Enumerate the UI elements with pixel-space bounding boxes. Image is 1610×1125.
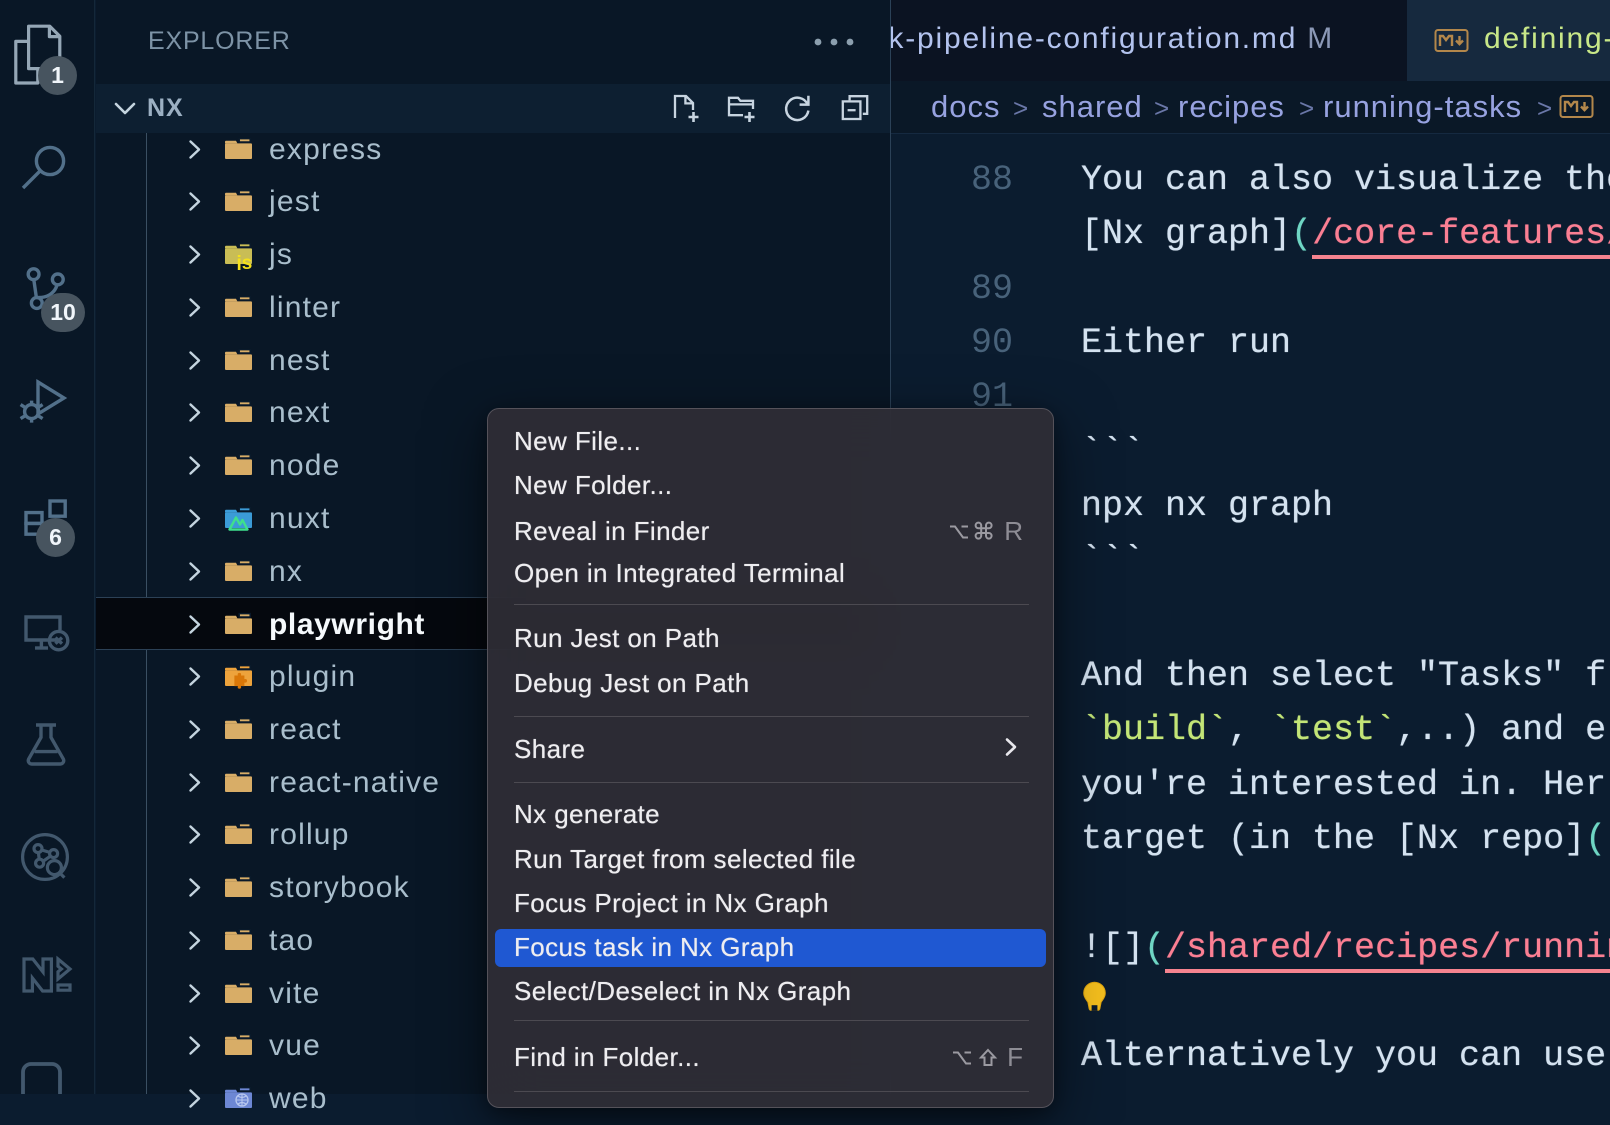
svg-text:js: js	[236, 253, 253, 270]
